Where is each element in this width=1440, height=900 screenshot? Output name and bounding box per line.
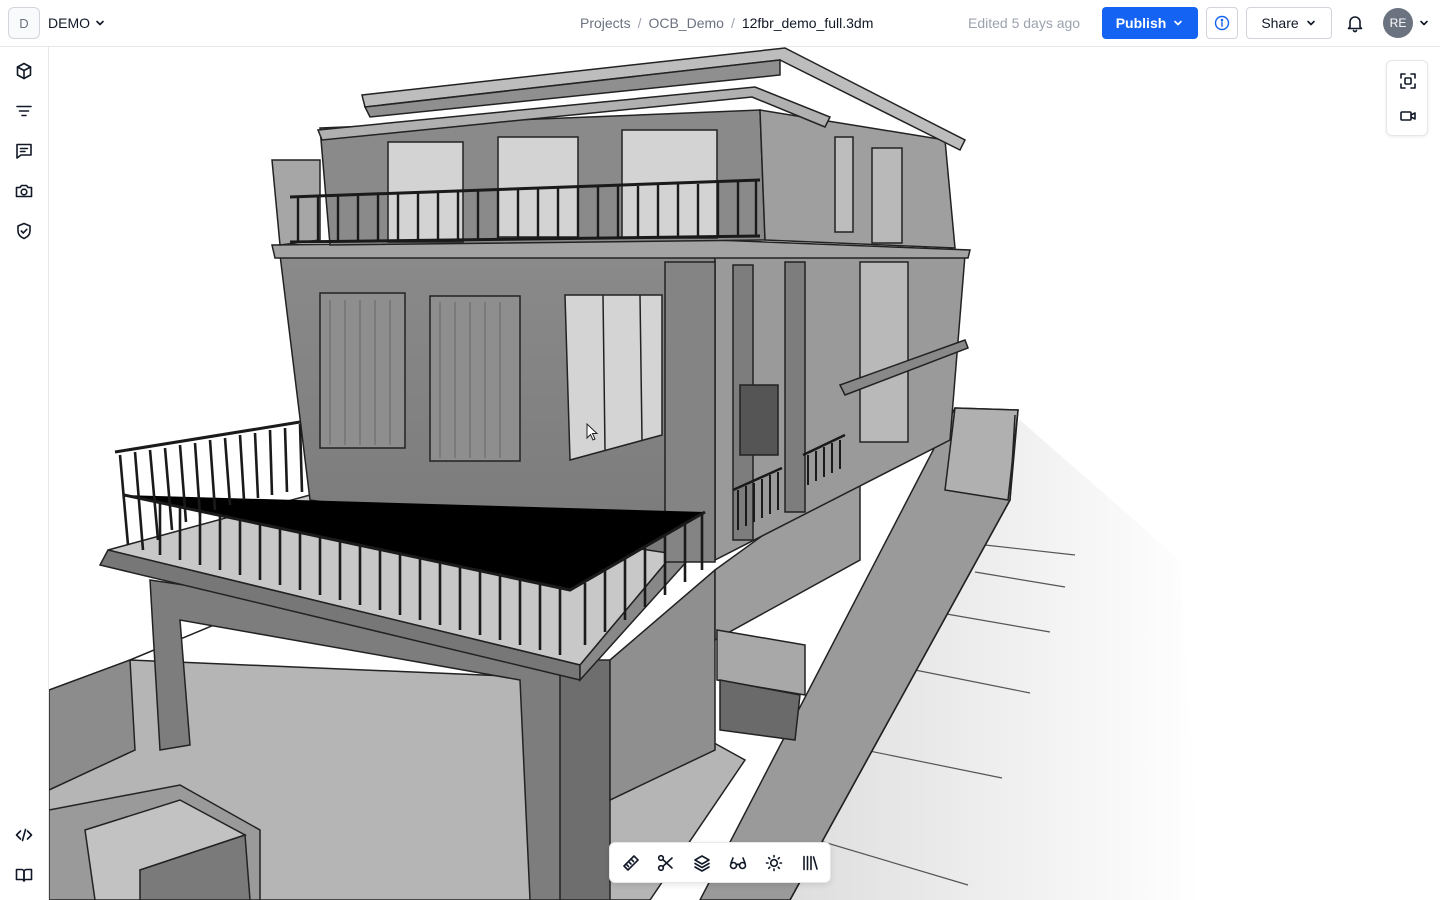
breadcrumb-project[interactable]: OCB_Demo xyxy=(648,15,723,31)
snapshots-button[interactable] xyxy=(12,179,36,203)
breadcrumb: Projects / OCB_Demo / 12fbr_demo_full.3d… xyxy=(580,15,873,31)
camera-view-button[interactable] xyxy=(1397,105,1419,127)
filter-icon xyxy=(16,105,32,117)
workspace-avatar[interactable]: D xyxy=(8,7,40,39)
code-icon xyxy=(15,828,33,842)
explode-glasses-icon xyxy=(729,857,747,870)
view-tools-panel xyxy=(1386,60,1428,136)
left-sidebar xyxy=(0,47,49,900)
publish-label: Publish xyxy=(1115,15,1167,31)
3d-viewport[interactable] xyxy=(49,47,1440,900)
explode-button[interactable] xyxy=(727,852,749,874)
house-model[interactable] xyxy=(49,47,1440,900)
chevron-down-icon xyxy=(1174,20,1183,26)
publish-button[interactable]: Publish xyxy=(1102,7,1198,39)
layers-button[interactable] xyxy=(691,852,713,874)
comments-button[interactable] xyxy=(12,139,36,163)
workspace-name[interactable]: DEMO xyxy=(48,15,90,31)
chevron-down-icon[interactable] xyxy=(1418,17,1430,29)
embed-button[interactable] xyxy=(12,823,36,847)
share-label: Share xyxy=(1261,15,1299,31)
edited-status: Edited 5 days ago xyxy=(968,15,1081,31)
layers-icon xyxy=(694,855,710,872)
comments-icon xyxy=(16,143,32,159)
docs-button[interactable] xyxy=(12,863,36,887)
library-button[interactable] xyxy=(799,852,821,874)
section-scissors-icon xyxy=(657,854,673,872)
library-icon xyxy=(803,855,818,871)
mouse-cursor xyxy=(586,423,599,441)
cube-icon xyxy=(16,62,32,80)
checks-button[interactable] xyxy=(12,219,36,243)
zoom-extents-button[interactable] xyxy=(1397,70,1419,92)
info-icon xyxy=(1214,15,1230,31)
viewer-toolbar xyxy=(609,842,831,883)
user-avatar[interactable]: RE xyxy=(1383,8,1413,38)
breadcrumb-projects[interactable]: Projects xyxy=(580,15,631,31)
shield-check-icon xyxy=(17,222,31,240)
breadcrumb-current-file[interactable]: 12fbr_demo_full.3dm xyxy=(742,15,874,31)
lighting-button[interactable] xyxy=(763,852,785,874)
light-icon xyxy=(765,854,783,872)
book-icon xyxy=(15,868,33,882)
camera-icon xyxy=(15,184,33,198)
measure-icon xyxy=(623,855,639,871)
frame-icon xyxy=(1400,73,1416,89)
models-button[interactable] xyxy=(12,59,36,83)
bell-icon[interactable] xyxy=(1344,12,1366,34)
video-icon xyxy=(1400,111,1416,121)
breadcrumb-separator: / xyxy=(730,15,735,31)
share-button[interactable]: Share xyxy=(1246,7,1332,39)
top-header: D DEMO Projects / OCB_Demo / 12fbr_demo_… xyxy=(0,0,1440,47)
info-button[interactable] xyxy=(1206,7,1238,39)
chevron-down-icon[interactable] xyxy=(94,17,106,29)
filter-button[interactable] xyxy=(12,99,36,123)
measure-button[interactable] xyxy=(620,852,642,874)
chevron-down-icon xyxy=(1306,20,1315,26)
section-button[interactable] xyxy=(655,852,677,874)
breadcrumb-separator: / xyxy=(637,15,642,31)
